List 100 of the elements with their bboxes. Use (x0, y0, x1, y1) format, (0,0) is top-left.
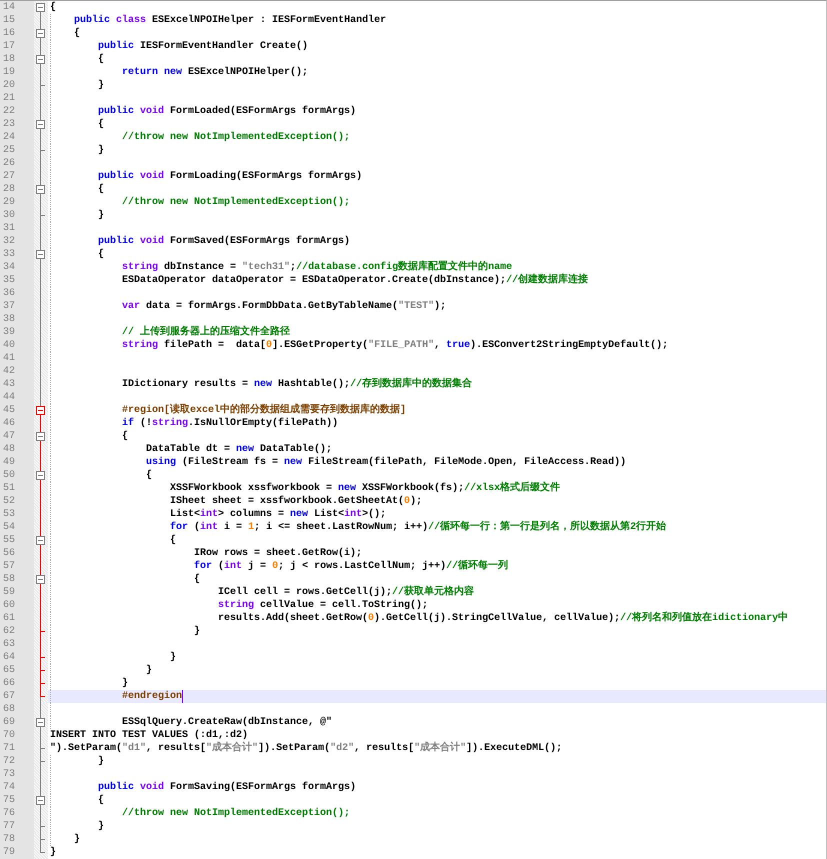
line-number: 21 (0, 92, 34, 105)
code-line: ICell cell = rows.GetCell(j);//获取单元格内容 (218, 586, 474, 599)
code-line: ").SetParam("d1", results["成本合计"]).SetParam("d2", results["成本合计"]).ExecuteDML(); (50, 742, 562, 755)
line-number: 58 (0, 573, 34, 586)
line-number: 40 (0, 339, 34, 352)
code-line: } (98, 79, 104, 92)
line-number: 53 (0, 508, 34, 521)
code-line: { (122, 430, 128, 443)
code-line: { (170, 534, 176, 547)
code-line: if (!string.IsNullOrEmpty(filePath)) (122, 417, 338, 430)
fold-toggle[interactable] (36, 55, 45, 64)
code-line: { (50, 1, 56, 14)
line-number: 22 (0, 105, 34, 118)
code-line: for (int j = 0; j < rows.LastCellNum; j++)//循环每一列 (194, 560, 508, 573)
line-number: 26 (0, 157, 34, 170)
line-number: 27 (0, 170, 34, 183)
line-number: 46 (0, 417, 34, 430)
fold-toggle[interactable] (36, 120, 45, 129)
fold-toggle[interactable] (36, 796, 45, 805)
code-line: { (74, 27, 80, 40)
line-number: 20 (0, 79, 34, 92)
line-number: 50 (0, 469, 34, 482)
code-line: public void FormLoaded(ESFormArgs formArgs) (98, 105, 356, 118)
line-number: 30 (0, 209, 34, 222)
line-number: 41 (0, 352, 34, 365)
line-number: 51 (0, 482, 34, 495)
line-number: 47 (0, 430, 34, 443)
fold-toggle[interactable] (36, 471, 45, 480)
code-line: { (98, 794, 104, 807)
line-number: 57 (0, 560, 34, 573)
fold-toggle[interactable] (36, 29, 45, 38)
line-number: 49 (0, 456, 34, 469)
code-line: } (146, 664, 152, 677)
line-number: 61 (0, 612, 34, 625)
code-line: string dbInstance = "tech31";//database.config数据库配置文件中的name (122, 261, 512, 274)
fold-toggle[interactable] (36, 185, 45, 194)
code-line: } (98, 820, 104, 833)
code-line: } (122, 677, 128, 690)
line-number: 64 (0, 651, 34, 664)
code-line: INSERT INTO TEST VALUES (:d1,:d2) (50, 729, 248, 742)
line-number: 65 (0, 664, 34, 677)
line-number: 32 (0, 235, 34, 248)
code-line: } (98, 209, 104, 222)
line-number: 60 (0, 599, 34, 612)
fold-toggle[interactable] (36, 575, 45, 584)
line-number: 69 (0, 716, 34, 729)
code-line: DataTable dt = new DataTable(); (146, 443, 332, 456)
code-line: { (194, 573, 200, 586)
line-number: 67 (0, 690, 34, 703)
code-line: } (98, 144, 104, 157)
line-number: 31 (0, 222, 34, 235)
line-number: 33 (0, 248, 34, 261)
line-number: 39 (0, 326, 34, 339)
line-number: 25 (0, 144, 34, 157)
line-number: 18 (0, 53, 34, 66)
text-cursor (182, 690, 184, 703)
line-number: 62 (0, 625, 34, 638)
line-number: 78 (0, 833, 34, 846)
code-line: ESSqlQuery.CreateRaw(dbInstance, @" (122, 716, 332, 729)
line-number: 38 (0, 313, 34, 326)
code-line: { (98, 183, 104, 196)
fold-toggle[interactable] (36, 250, 45, 259)
code-line: { (98, 248, 104, 261)
code-line: return new ESExcelNPOIHelper(); (122, 66, 308, 79)
code-line: ISheet sheet = xssfworkbook.GetSheetAt(0); (170, 495, 422, 508)
line-number: 36 (0, 287, 34, 300)
fold-toggle[interactable] (36, 432, 45, 441)
code-line: public class ESExcelNPOIHelper : IESFormEventHandler (74, 14, 386, 27)
line-number: 56 (0, 547, 34, 560)
fold-toggle[interactable] (36, 406, 45, 415)
code-line: public void FormSaving(ESFormArgs formArgs) (98, 781, 356, 794)
code-line: // 上传到服务器上的压缩文件全路径 (122, 326, 290, 339)
fold-toggle[interactable] (36, 718, 45, 727)
line-number: 74 (0, 781, 34, 794)
code-line: XSSFWorkbook xssfworkbook = new XSSFWorkbook(fs);//xlsx格式后缀文件 (170, 482, 560, 495)
line-number: 15 (0, 14, 34, 27)
fold-toggle[interactable] (36, 536, 45, 545)
code-line: public IESFormEventHandler Create() (98, 40, 308, 53)
code-line: for (int i = 1; i <= sheet.LastRowNum; i++)//循环每一行：第一行是列名，所以数据从第2行开始 (170, 521, 666, 534)
code-line: } (98, 755, 104, 768)
line-number: 29 (0, 196, 34, 209)
code-line: public void FormLoading(ESFormArgs formArgs) (98, 170, 362, 183)
line-number: 37 (0, 300, 34, 313)
code-line: ESDataOperator dataOperator = ESDataOperator.Create(dbInstance);//创建数据库连接 (122, 274, 588, 287)
code-line: { (98, 118, 104, 131)
code-line: results.Add(sheet.GetRow(0).GetCell(j).StringCellValue, cellValue);//将列名和列值放在idictionary中 (218, 612, 788, 625)
line-number: 45 (0, 404, 34, 417)
line-number: 52 (0, 495, 34, 508)
code-line: { (98, 53, 104, 66)
line-number: 17 (0, 40, 34, 53)
code-line: IDictionary results = new Hashtable();//存到数据库中的数据集合 (122, 378, 472, 391)
line-number: 35 (0, 274, 34, 287)
line-number: 68 (0, 703, 34, 716)
code-line: } (170, 651, 176, 664)
fold-toggle[interactable] (36, 3, 45, 12)
line-number: 43 (0, 378, 34, 391)
line-number: 59 (0, 586, 34, 599)
line-number: 66 (0, 677, 34, 690)
code-line: string cellValue = cell.ToString(); (218, 599, 428, 612)
line-number: 72 (0, 755, 34, 768)
